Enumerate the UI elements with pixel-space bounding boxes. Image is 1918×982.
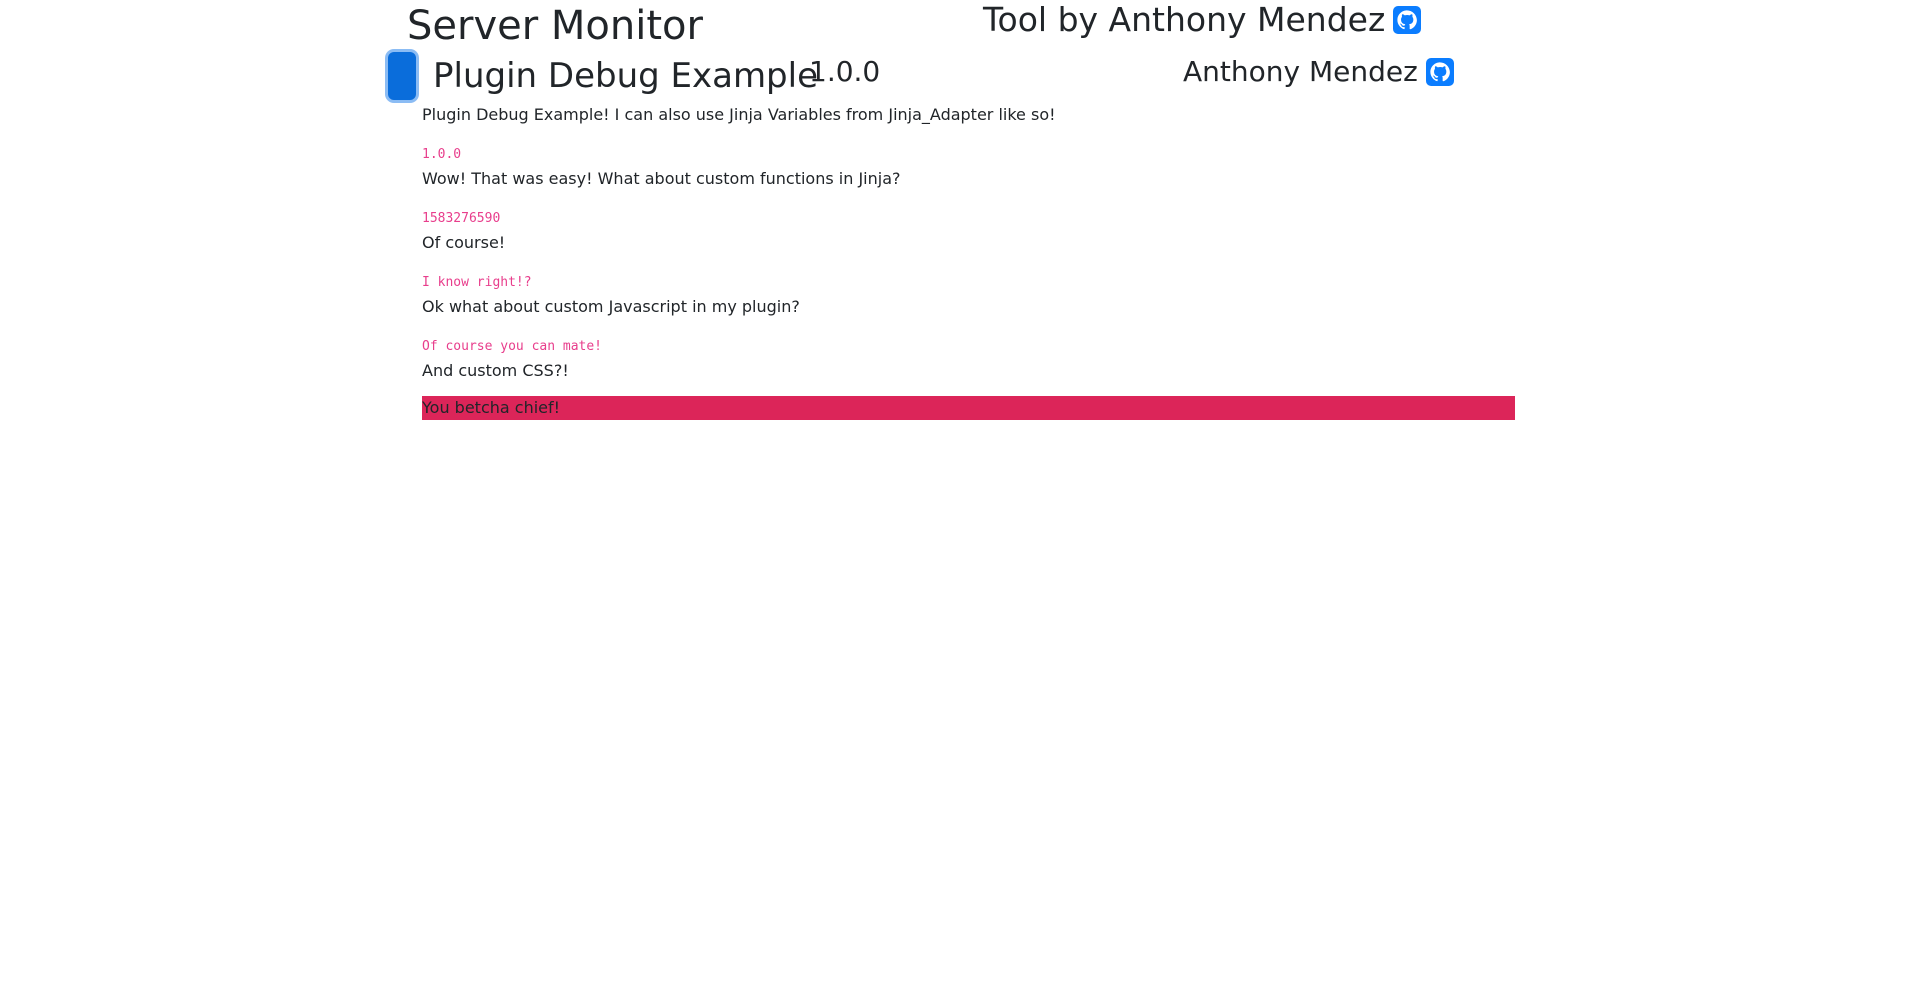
custom-css-highlight: You betcha chief! [422,396,1515,420]
plugin-version: 1.0.0 [809,55,881,88]
plugin-author: Anthony Mendez [1183,52,1454,92]
code-output-javascript: Of course you can mate! [422,339,603,354]
page: Server Monitor Tool by Anthony Mendez Pl… [0,0,1918,982]
plugin-author-text: Anthony Mendez [1183,55,1418,88]
plugin-content: Plugin Debug Example! I can also use Jin… [422,104,1515,420]
intro-text: Plugin Debug Example! I can also use Jin… [422,105,1056,124]
question-text: And custom CSS?! [422,361,569,380]
question-text: Ok what about custom Javascript in my pl… [422,297,800,316]
github-icon[interactable] [1425,58,1454,86]
github-icon-glyph [1397,10,1418,30]
header-author-text: Tool by Anthony Mendez [983,0,1386,39]
code-output-version: 1.0.0 [422,147,462,162]
answer-text: Of course! [422,233,506,252]
plugin-toggle-button[interactable] [388,52,416,100]
question-text: Wow! That was easy! What about custom fu… [422,169,901,188]
app-title: Server Monitor [407,3,703,49]
code-output-timestamp: 1583276590 [422,211,501,226]
github-icon-glyph [1430,62,1450,82]
code-output-reply: I know right!? [422,275,532,290]
plugin-header: Plugin Debug Example 1.0.0 Anthony Mende… [388,52,1454,104]
header-author: Tool by Anthony Mendez [983,0,1422,40]
plugin-name: Plugin Debug Example [433,56,819,96]
github-icon[interactable] [1393,6,1422,34]
